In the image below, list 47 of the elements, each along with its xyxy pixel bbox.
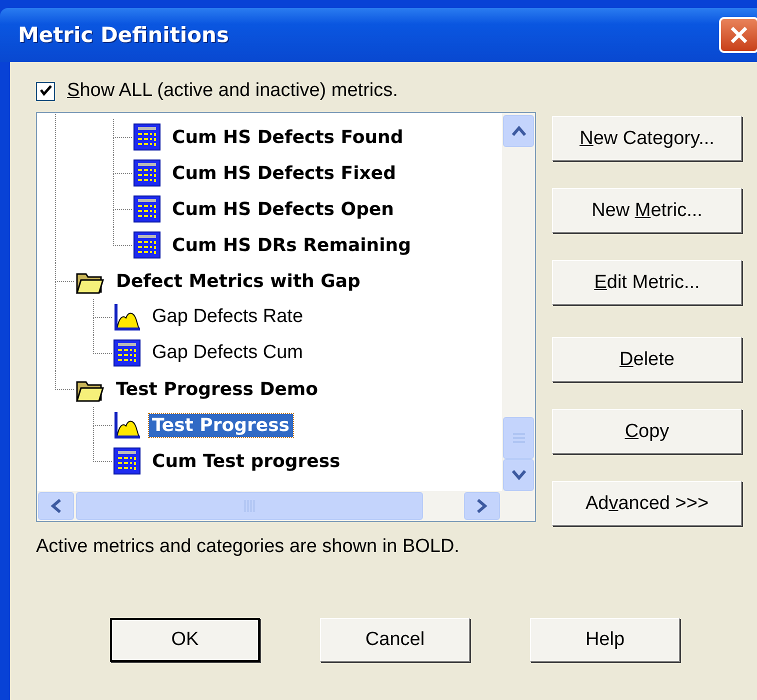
- chevron-down-icon: [510, 469, 526, 481]
- tree-item[interactable]: Defect Metrics with Gap: [113, 270, 364, 292]
- tree-item[interactable]: Test Progress: [149, 414, 293, 436]
- table-icon: [113, 339, 141, 367]
- dialog-button[interactable]: Copy: [552, 409, 742, 454]
- tree-item[interactable]: Gap Defects Cum: [149, 341, 306, 365]
- scroll-up-button[interactable]: [503, 115, 534, 147]
- dialog-button[interactable]: Edit Metric...: [552, 260, 742, 305]
- tree-item[interactable]: Cum HS Defects Fixed: [169, 162, 399, 184]
- close-icon: [728, 24, 750, 46]
- checkbox-label: Show ALL (active and inactive) metrics.: [67, 80, 398, 102]
- table-icon: [133, 195, 161, 223]
- tree-item[interactable]: Cum Test progress: [149, 450, 344, 472]
- hint-text: Active metrics and categories are shown in BOLD.: [36, 536, 460, 558]
- scroll-thumb[interactable]: [76, 492, 423, 520]
- area-chart-icon: [113, 411, 141, 439]
- scroll-left-button[interactable]: [38, 492, 74, 520]
- chevron-right-icon: [476, 498, 488, 514]
- tree-item[interactable]: Cum HS DRs Remaining: [169, 234, 414, 256]
- scroll-right-button[interactable]: [464, 492, 500, 520]
- table-icon: [133, 231, 161, 259]
- close-button[interactable]: [719, 17, 757, 53]
- dialog-button[interactable]: Delete: [552, 337, 742, 382]
- dialog-button[interactable]: New Category...: [552, 116, 742, 161]
- tree-item[interactable]: Cum HS Defects Found: [169, 126, 406, 148]
- dialog-button[interactable]: OK: [110, 618, 260, 662]
- scroll-down-button[interactable]: [503, 459, 534, 491]
- tree-item[interactable]: Test Progress Demo: [113, 378, 322, 400]
- chevron-left-icon: [50, 498, 62, 514]
- chevron-up-icon: [510, 125, 526, 137]
- tree-item[interactable]: Gap Defects Rate: [149, 305, 306, 329]
- grip-icon: [244, 499, 256, 513]
- area-chart-icon: [113, 303, 141, 331]
- table-icon: [113, 447, 141, 475]
- window-title: Metric Definitions: [18, 23, 229, 47]
- scroll-thumb[interactable]: [503, 417, 534, 459]
- tree-item[interactable]: Cum HS Defects Open: [169, 198, 397, 220]
- grip-icon: [512, 433, 526, 443]
- horizontal-scrollbar[interactable]: [37, 491, 535, 521]
- dialog-button[interactable]: New Metric...: [552, 188, 742, 233]
- table-icon: [133, 159, 161, 187]
- dialog-button[interactable]: Advanced >>>: [552, 481, 742, 526]
- checkbox[interactable]: [36, 82, 55, 100]
- dialog-button[interactable]: Help: [530, 618, 680, 662]
- dialog-button[interactable]: Cancel: [320, 618, 470, 662]
- table-icon: [133, 123, 161, 151]
- vertical-scrollbar[interactable]: [502, 113, 535, 491]
